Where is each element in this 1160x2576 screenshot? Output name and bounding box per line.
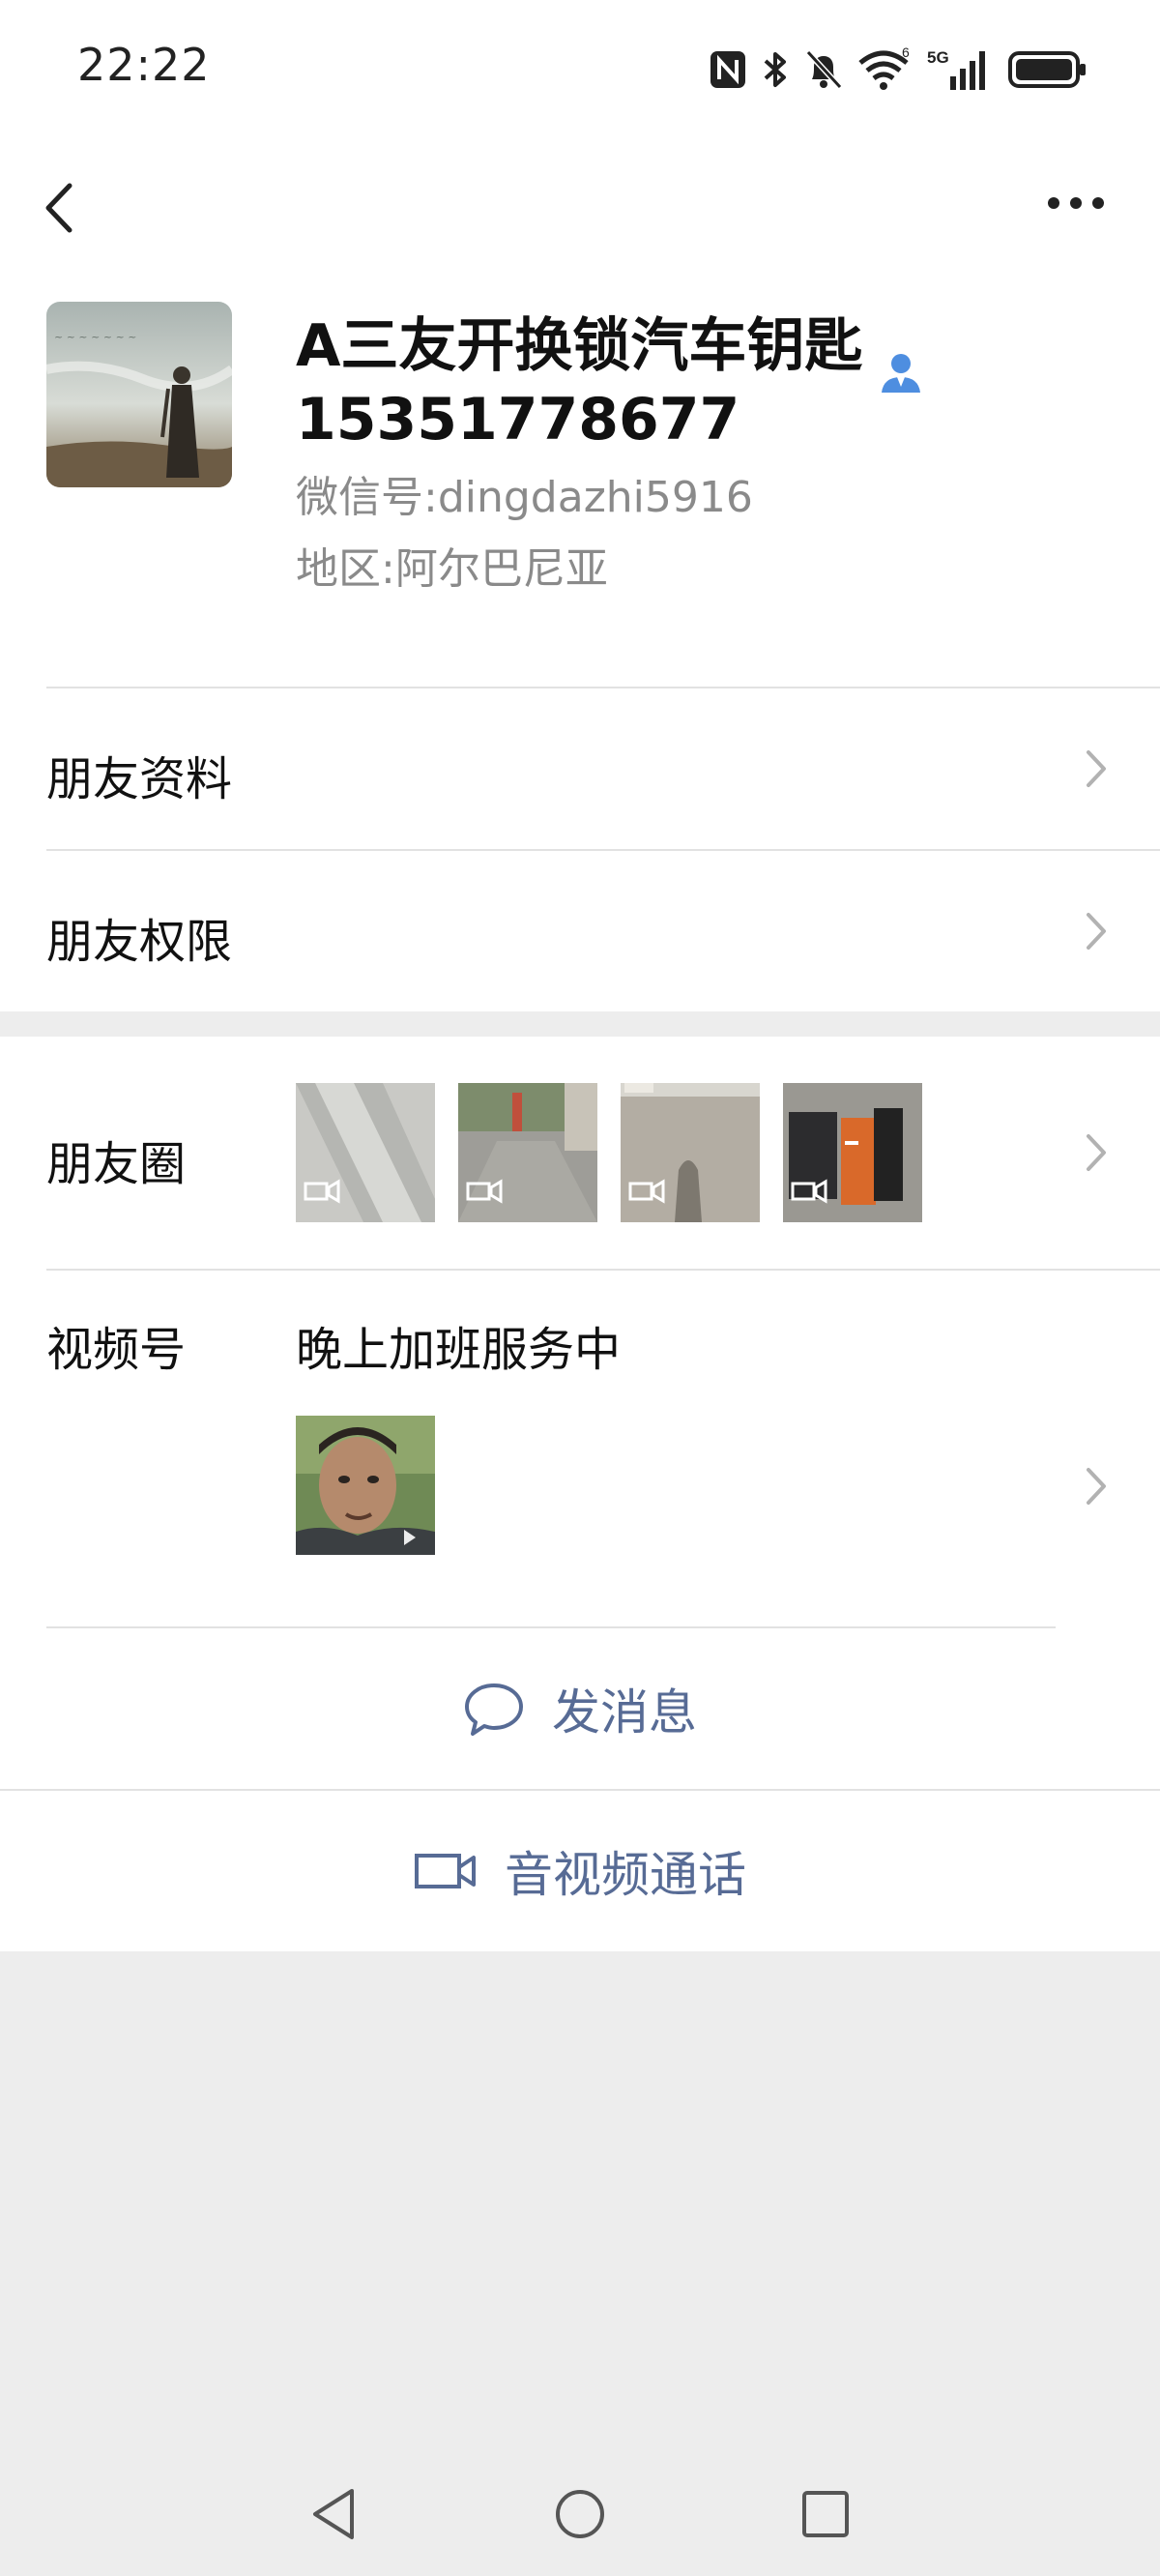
region-value: 阿尔巴尼亚 xyxy=(394,544,608,594)
wechat-id-value: dingdazhi5916 xyxy=(437,473,753,522)
status-icons: 6 5G xyxy=(709,41,1088,99)
friend-info-label: 朋友资料 xyxy=(46,752,233,806)
channels-label: 视频号 xyxy=(46,1323,187,1377)
video-call-label: 音视频通话 xyxy=(505,1847,746,1903)
svg-text:~ ~ ~ ~ ~ ~ ~: ~ ~ ~ ~ ~ ~ ~ xyxy=(54,331,137,343)
moments-thumbnail[interactable] xyxy=(621,1083,760,1222)
moments-thumbnail[interactable] xyxy=(458,1083,597,1222)
moments-label: 朋友圈 xyxy=(46,1137,187,1191)
channels-row[interactable]: 视频号 晚上加班服务中 xyxy=(0,1271,1160,1626)
moments-thumbnail[interactable] xyxy=(783,1083,922,1222)
chat-bubble-icon xyxy=(465,1683,523,1736)
display-name-line2: 15351778677 xyxy=(296,386,740,454)
svg-text:5G: 5G xyxy=(927,48,949,67)
person-icon xyxy=(876,348,926,398)
status-bar: 22:22 6 5G xyxy=(0,0,1160,135)
video-call-button[interactable]: 音视频通话 xyxy=(0,1791,1160,1951)
chevron-right-icon xyxy=(1087,1468,1106,1505)
display-name: A三友开换锁汽车钥匙 15351778677 xyxy=(296,309,895,456)
profile-card: ~ ~ ~ ~ ~ ~ ~ A三友开换锁汽车钥匙 15351778677 微信号… xyxy=(0,280,1160,687)
more-dots-icon xyxy=(1048,197,1104,209)
chevron-right-icon xyxy=(1087,750,1106,787)
chevron-left-icon xyxy=(45,183,72,233)
svg-text:6: 6 xyxy=(902,47,910,60)
nav-back-icon[interactable] xyxy=(307,2485,362,2543)
wechat-id-label: 微信号: xyxy=(296,473,438,522)
nfc-icon xyxy=(710,51,745,88)
moments-row[interactable]: 朋友圈 xyxy=(0,1037,1160,1269)
avatar[interactable]: ~ ~ ~ ~ ~ ~ ~ xyxy=(46,302,232,487)
friend-settings-section: 朋友资料 朋友权限 xyxy=(0,687,1160,1011)
chevron-right-icon xyxy=(1087,913,1106,950)
bell-muted-icon xyxy=(805,49,843,90)
send-message-button[interactable]: 发消息 xyxy=(0,1628,1160,1789)
signal-5g-icon: 5G xyxy=(927,48,985,90)
navigation-bar xyxy=(0,135,1160,280)
channels-thumbnail[interactable] xyxy=(296,1416,435,1555)
send-message-label: 发消息 xyxy=(552,1684,697,1741)
actions-section: 发消息 音视频通话 xyxy=(0,1628,1160,1951)
feeds-section: 朋友圈 视频号 晚上加班服务中 xyxy=(0,1037,1160,1628)
moments-thumbnail[interactable] xyxy=(296,1083,435,1222)
nav-home-icon[interactable] xyxy=(553,2485,607,2543)
friend-permissions-label: 朋友权限 xyxy=(46,915,233,969)
display-name-line1: A三友开换锁汽车钥匙 xyxy=(296,312,863,380)
video-camera-icon xyxy=(415,1854,476,1888)
region: 地区:阿尔巴尼亚 xyxy=(296,534,608,596)
battery-icon xyxy=(1008,51,1086,88)
wifi-icon: 6 xyxy=(858,47,910,90)
more-button[interactable] xyxy=(1042,184,1110,222)
nav-recents-icon[interactable] xyxy=(798,2485,853,2543)
bluetooth-icon xyxy=(764,52,786,87)
region-label: 地区: xyxy=(296,544,395,594)
friend-permissions-row[interactable]: 朋友权限 xyxy=(0,851,1160,1011)
friend-info-row[interactable]: 朋友资料 xyxy=(0,688,1160,849)
system-navigation-bar xyxy=(0,2456,1160,2576)
chevron-right-icon xyxy=(1087,1134,1106,1171)
status-time: 22:22 xyxy=(77,39,211,91)
wechat-id: 微信号:dingdazhi5916 xyxy=(296,462,753,524)
back-button[interactable] xyxy=(35,174,93,242)
channels-title: 晚上加班服务中 xyxy=(296,1323,622,1377)
